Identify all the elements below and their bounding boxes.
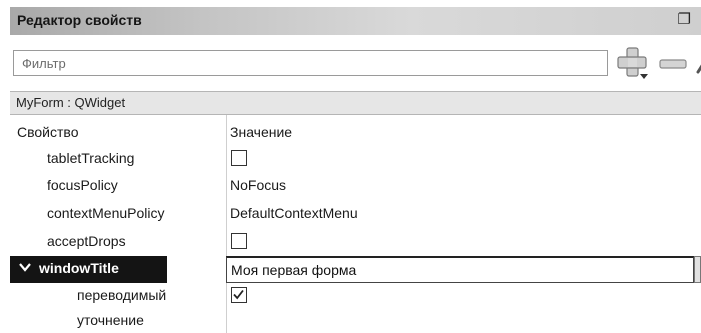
property-name: windowTitle [39, 260, 119, 276]
left-margin [0, 0, 8, 333]
property-row-disambiguation[interactable]: уточнение [10, 309, 701, 333]
chevron-down-icon[interactable] [17, 259, 33, 275]
reset-value-button[interactable] [694, 256, 701, 283]
property-name: acceptDrops [47, 233, 126, 249]
checkbox-acceptdrops[interactable] [231, 233, 247, 249]
property-value[interactable]: DefaultContextMenu [230, 205, 358, 221]
remove-property-button[interactable] [658, 54, 688, 74]
checkbox-tablettracking[interactable] [231, 150, 247, 166]
property-name: уточнение [77, 312, 144, 328]
property-name: contextMenuPolicy [47, 205, 165, 221]
property-value[interactable]: NoFocus [230, 177, 286, 193]
object-class-label: MyForm : QWidget [16, 95, 126, 110]
column-header-property[interactable]: Свойство [17, 124, 78, 140]
checkmark-icon [233, 289, 244, 300]
column-header-value[interactable]: Значение [230, 124, 292, 140]
property-grid: Свойство Значение tabletTracking focusPo… [10, 115, 701, 333]
property-name: tabletTracking [47, 150, 135, 166]
property-row-acceptdrops[interactable]: acceptDrops [10, 229, 701, 256]
panel-title: Редактор свойств [17, 12, 142, 28]
plus-dropdown-icon [617, 47, 648, 79]
property-name: переводимый [77, 287, 167, 303]
configure-button[interactable] [692, 50, 701, 78]
property-row-tablettracking[interactable]: tabletTracking [10, 146, 701, 173]
filter-toolbar [10, 42, 701, 84]
add-property-button[interactable] [615, 45, 651, 81]
minus-icon [659, 59, 687, 69]
selected-name-cell[interactable]: windowTitle [10, 256, 167, 283]
property-row-contextmenupolicy[interactable]: contextMenuPolicy DefaultContextMenu [10, 201, 701, 228]
filter-input[interactable] [13, 50, 608, 76]
checkbox-translatable[interactable] [231, 287, 247, 303]
float-window-icon[interactable]: ❐ [678, 10, 691, 28]
wrench-icon [696, 64, 701, 74]
property-row-windowtitle[interactable]: windowTitle [10, 256, 701, 283]
property-editor-panel: Редактор свойств ❐ MyForm : QWidget [0, 0, 701, 333]
windowtitle-value-input[interactable] [226, 256, 694, 283]
grid-header: Свойство Значение [10, 115, 701, 146]
panel-title-bar[interactable]: Редактор свойств ❐ [10, 7, 701, 35]
property-row-translatable[interactable]: переводимый [10, 283, 701, 310]
property-name: focusPolicy [47, 177, 118, 193]
object-class-bar: MyForm : QWidget [10, 91, 701, 115]
property-row-focuspolicy[interactable]: focusPolicy NoFocus [10, 173, 701, 200]
